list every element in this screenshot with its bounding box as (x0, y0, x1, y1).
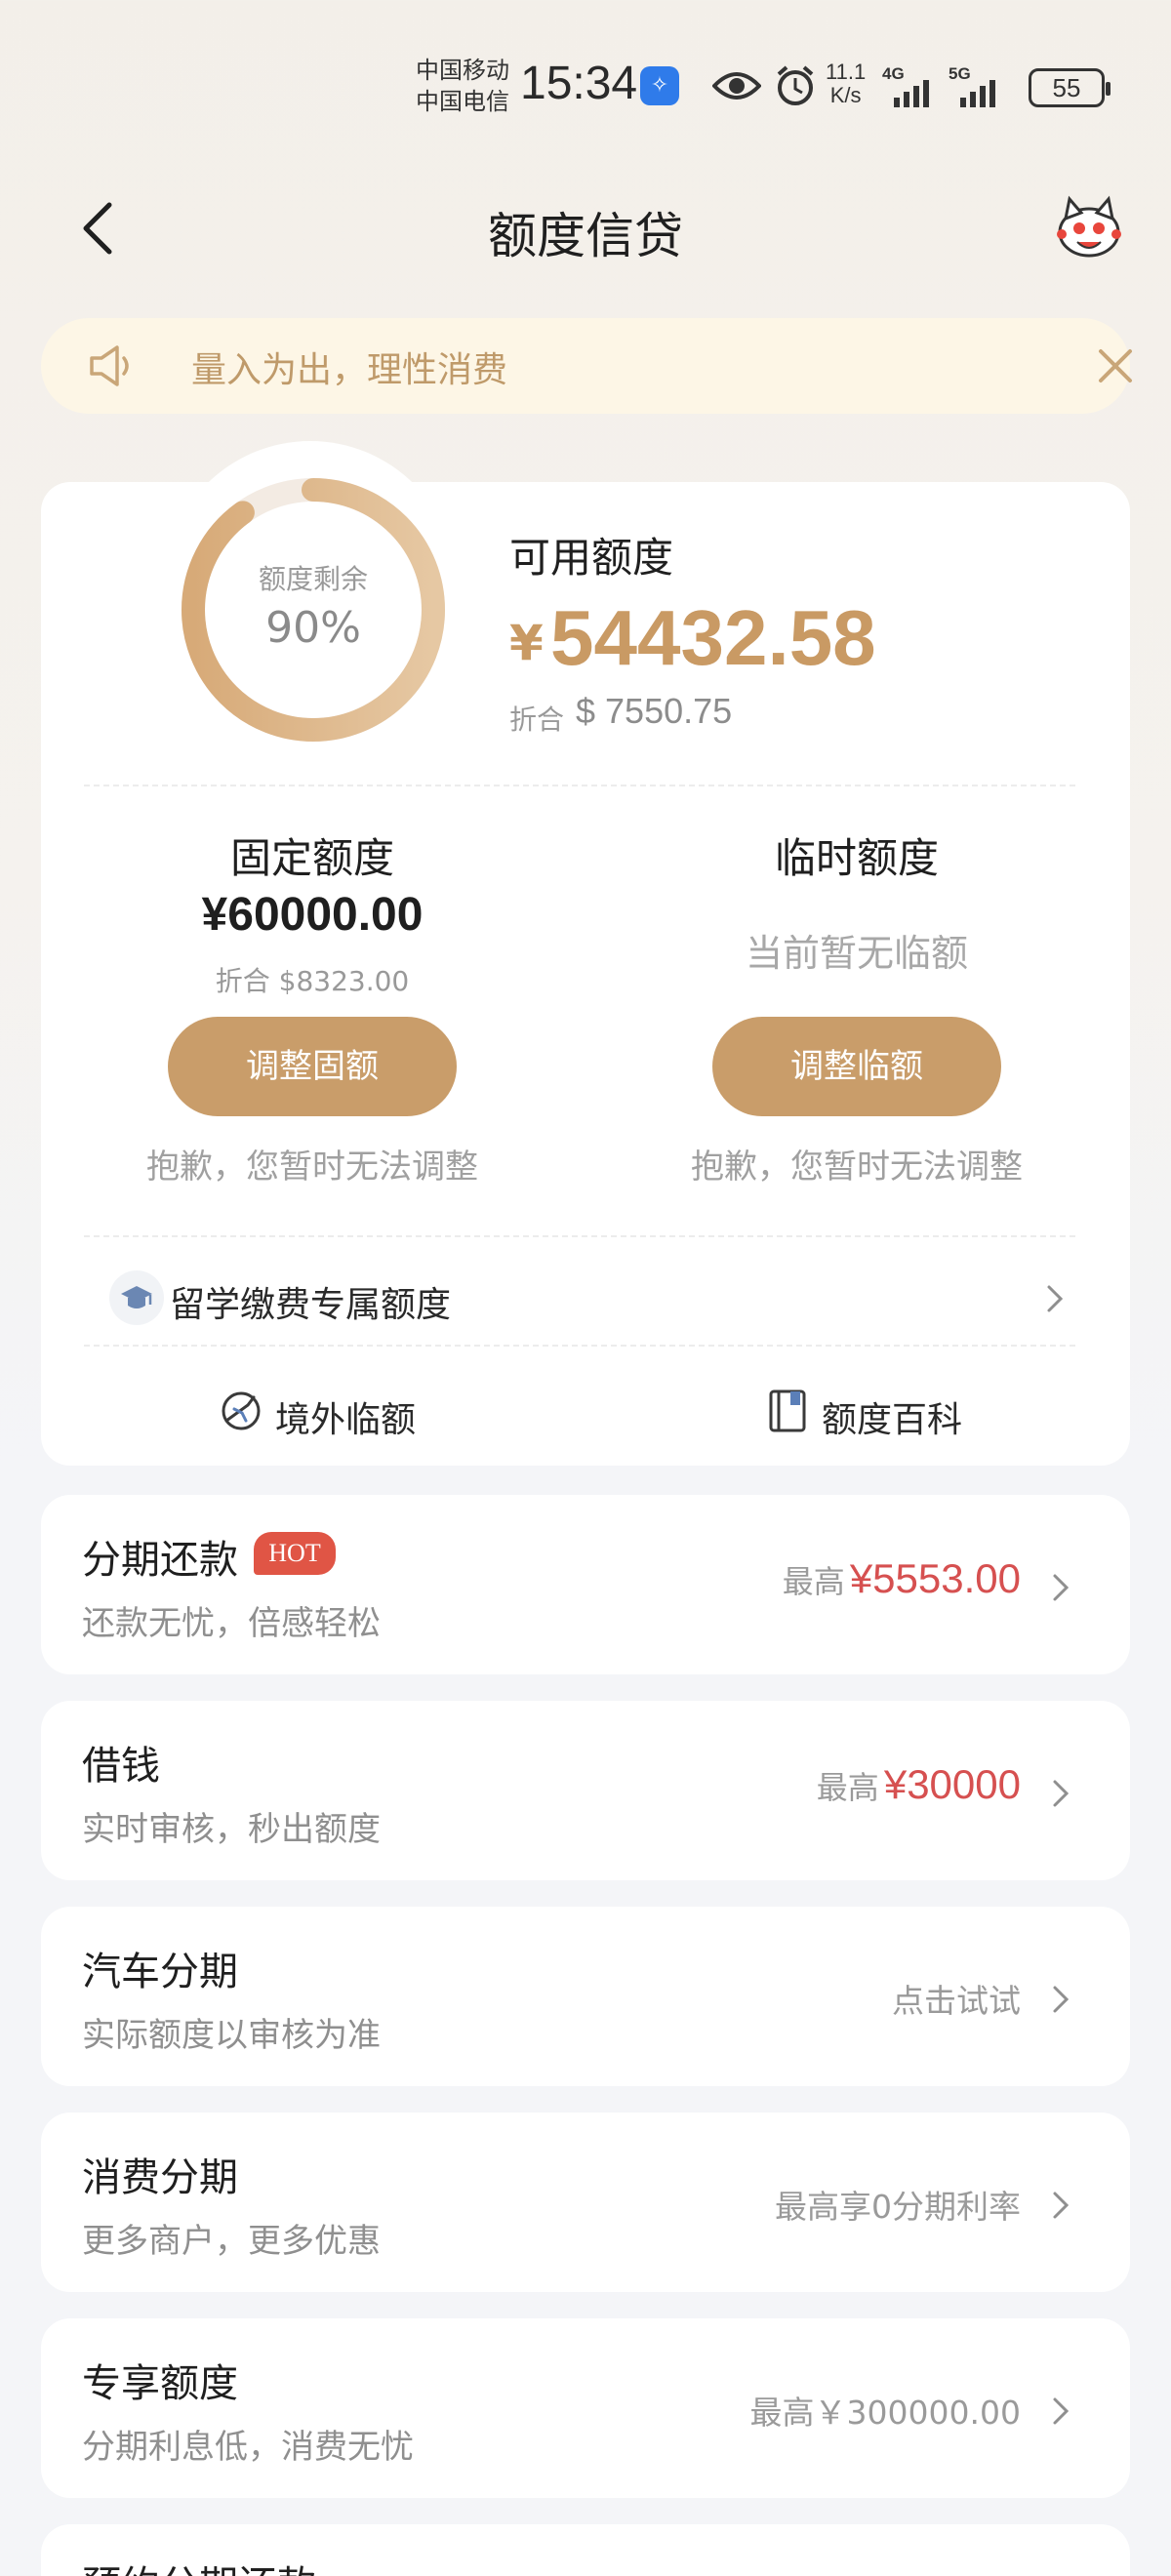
app-notification-icon: ✧ (640, 66, 679, 105)
product-offer: 点击试试 (892, 1975, 1021, 2022)
offer-prefix: 最高 (782, 1563, 845, 1600)
graduation-cap-icon (109, 1270, 164, 1325)
product-subtitle: 实际额度以审核为准 (82, 2016, 381, 2055)
notice-text: 量入为出，理性消费 (191, 350, 508, 390)
carrier-2: 中国电信 (416, 88, 509, 115)
offer-text: 最高享0分期利率 (775, 2188, 1021, 2226)
ring-label: 额度剩余 (258, 563, 368, 595)
chevron-right-icon (1053, 2397, 1070, 2425)
converted-value: $ 7550.75 (576, 691, 733, 731)
product-offer: 最高 ¥5553.00 (783, 1555, 1021, 1602)
limit-encyclopedia-link[interactable]: 额度百科 (765, 1384, 980, 1442)
carrier-names: 中国移动 中国电信 (416, 55, 509, 117)
speaker-icon (90, 345, 129, 386)
available-limit-title: 可用额度 (509, 534, 674, 582)
temp-limit-title: 临时额度 (774, 834, 939, 882)
product-card-scheduled-repay[interactable]: 预约分期还款 (41, 2524, 1130, 2576)
net-speed-unit: K/s (829, 83, 862, 107)
product-title: 消费分期 (82, 2155, 238, 2200)
product-offer: 最高 ¥30000 (817, 1761, 1021, 1808)
divider (84, 1235, 1075, 1237)
study-abroad-limit-row[interactable]: 留学缴费专属额度 (84, 1263, 1075, 1335)
converted-label: 折合 (509, 704, 565, 736)
available-limit-amount: 54432.58 (550, 594, 876, 681)
status-time: 15:34 (520, 58, 638, 109)
offer-text: 最高￥300000.00 (749, 2394, 1021, 2432)
temp-limit-status: 当前暂无临额 (745, 932, 968, 975)
product-card-exclusive-limit[interactable]: 专享额度 分期利息低，消费无忧 最高￥300000.00 (41, 2318, 1130, 2498)
overseas-temp-limit-link[interactable]: 境外临额 (219, 1384, 433, 1442)
product-subtitle: 还款无忧，倍感轻松 (82, 1604, 381, 1643)
close-notice-icon[interactable] (1091, 340, 1140, 392)
temp-limit-note: 抱歉，您暂时无法调整 (691, 1147, 1023, 1187)
offer-value: ¥5553.00 (849, 1555, 1021, 1601)
product-offer: 最高享0分期利率 (775, 2181, 1021, 2228)
eye-icon (712, 72, 761, 100)
notice-banner: 量入为出，理性消费 (41, 318, 1132, 414)
page-title: 额度信贷 (488, 208, 683, 264)
product-card-borrow[interactable]: 借钱 实时审核，秒出额度 最高 ¥30000 (41, 1701, 1130, 1880)
battery-indicator: 55 (1029, 68, 1110, 107)
status-bar: 中国移动 中国电信 15:34 ✧ 11.1 K/s 4G 5G 55 (0, 49, 1171, 127)
book-icon (769, 1389, 806, 1432)
offer-value: ¥30000 (883, 1761, 1021, 1807)
fixed-limit-note: 抱歉，您暂时无法调整 (146, 1147, 478, 1187)
offer-prefix: 最高 (816, 1769, 879, 1806)
network-speed: 11.1 K/s (826, 60, 866, 107)
chevron-right-icon (1053, 1780, 1070, 1807)
available-currency: ¥ (509, 615, 544, 671)
product-title: 借钱 (82, 1744, 160, 1789)
ring-percent: 90% (265, 603, 361, 653)
globe-plane-icon (222, 1391, 261, 1430)
fixed-limit-amount: ¥60000.00 (201, 889, 424, 941)
product-card-installment-repay[interactable]: 分期还款 HOT 还款无忧，倍感轻松 最高 ¥5553.00 (41, 1495, 1130, 1674)
chevron-right-icon (1053, 1986, 1070, 2013)
app-header: 额度信贷 (0, 185, 1171, 269)
divider (84, 1345, 1075, 1347)
offer-text: 点击试试 (892, 1982, 1021, 2020)
mascot-assistant-icon[interactable] (1054, 193, 1124, 263)
study-abroad-label: 留学缴费专属额度 (170, 1285, 452, 1325)
hot-badge: HOT (254, 1532, 336, 1575)
divider (84, 785, 1075, 786)
overseas-temp-limit-label: 境外临额 (275, 1400, 417, 1440)
product-subtitle: 分期利息低，消费无忧 (82, 2428, 414, 2467)
net-speed-value: 11.1 (826, 60, 867, 84)
product-title: 分期还款 (82, 1538, 238, 1583)
product-title: 预约分期还款 (82, 2554, 316, 2576)
product-title: 汽车分期 (82, 1950, 238, 1994)
product-card-consumer-installment[interactable]: 消费分期 更多商户，更多优惠 最高享0分期利率 (41, 2113, 1130, 2292)
chevron-right-icon (1053, 1574, 1070, 1601)
product-card-car-installment[interactable]: 汽车分期 实际额度以审核为准 点击试试 (41, 1907, 1130, 2086)
chevron-right-icon (1047, 1285, 1064, 1312)
alarm-icon (777, 65, 814, 105)
product-offer: 最高￥300000.00 (750, 2387, 1021, 2434)
chevron-right-icon (1053, 2192, 1070, 2219)
product-subtitle: 更多商户，更多优惠 (82, 2222, 381, 2261)
fixed-limit-title: 固定额度 (229, 834, 394, 882)
limit-encyclopedia-label: 额度百科 (822, 1400, 963, 1440)
product-subtitle: 实时审核，秒出额度 (82, 1810, 381, 1849)
adjust-fixed-limit-button[interactable]: 调整固额 (168, 1017, 457, 1116)
adjust-temp-limit-button[interactable]: 调整临额 (712, 1017, 1001, 1116)
fixed-limit-converted: 折合 $8323.00 (215, 965, 410, 997)
carrier-1: 中国移动 (416, 57, 509, 84)
product-title: 专享额度 (82, 2361, 238, 2406)
